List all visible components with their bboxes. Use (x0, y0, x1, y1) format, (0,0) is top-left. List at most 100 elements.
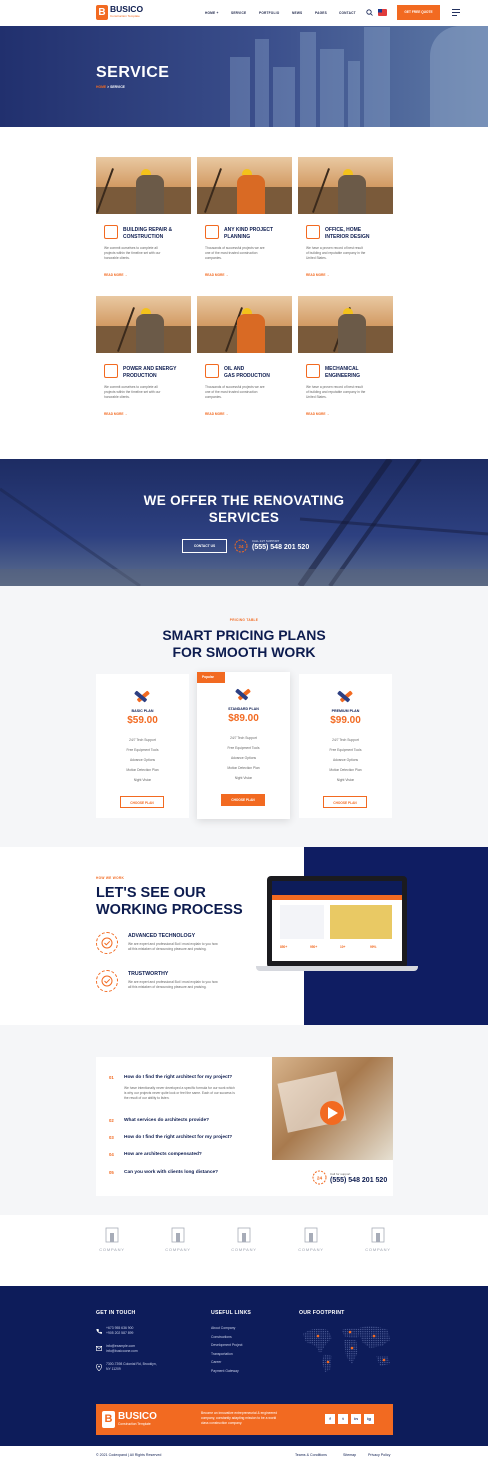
breadcrumb-home[interactable]: HOME (96, 85, 106, 89)
service-card-image[interactable] (96, 296, 191, 353)
partner-name[interactable]: COMPANY (362, 1247, 394, 1252)
faq-question[interactable]: Can you work with clients long distance? (124, 1170, 218, 1175)
service-card-title[interactable]: BUILDING REPAIR & (123, 227, 172, 233)
cta-banner: WE OFFER THE RENOVATING SERVICES CONTACT… (0, 459, 488, 586)
process-item-title: TRUSTWORTHY (128, 971, 169, 977)
footer-link[interactable]: Transportation (211, 1352, 233, 1356)
service-card-title-2[interactable]: ENGINEERING (325, 373, 360, 379)
service-card-image[interactable] (298, 296, 393, 353)
choose-plan-button[interactable]: CHOOSE PLAN (323, 796, 367, 808)
choose-plan-button[interactable]: CHOOSE PLAN (120, 796, 164, 808)
footer-phone-2[interactable]: +905 202 587 899 (106, 1331, 133, 1336)
faq-question[interactable]: How do I find the right architect for my… (124, 1135, 232, 1140)
read-more-link[interactable]: READ MORE → (306, 273, 330, 277)
cta-title-line-1: WE OFFER THE RENOVATING (143, 493, 345, 508)
service-card-title-2[interactable]: CONSTRUCTION (123, 234, 163, 240)
process-eyebrow: HOW WE WORK (96, 876, 125, 880)
service-card-image[interactable] (197, 157, 292, 214)
flag-icon[interactable] (378, 9, 387, 16)
service-card-title[interactable]: OFFICE, HOME (325, 227, 361, 233)
partner-name[interactable]: COMPANY (228, 1247, 260, 1252)
nav-service[interactable]: SERVICE (231, 11, 246, 15)
plan-feature: 24/7 Tech Support (332, 738, 359, 742)
service-card-title[interactable]: MECHANICAL (325, 366, 359, 372)
footer-link[interactable]: Constructions (211, 1335, 232, 1339)
footer-logo-icon[interactable]: B (102, 1411, 115, 1428)
footer-brand-text-3: class construction company. (201, 1421, 243, 1425)
logo-icon[interactable]: B (96, 5, 108, 20)
faq-question[interactable]: How are architects compensated? (124, 1152, 202, 1157)
nav-pages[interactable]: PAGES (315, 11, 327, 15)
play-icon (328, 1107, 338, 1119)
social-icon-f[interactable]: f (325, 1414, 335, 1424)
nav-contact[interactable]: CONTACT (339, 11, 356, 15)
get-quote-button[interactable]: GET FREE QUOTE (397, 5, 440, 20)
service-card-title[interactable]: POWER AND ENERGY (123, 366, 176, 372)
social-icon-ig[interactable]: ig (364, 1414, 374, 1424)
footer-link[interactable]: Payment Gateway (211, 1369, 239, 1373)
social-icon-t[interactable]: t (338, 1414, 348, 1424)
site-header: B BUSICO Construction Template HOME + SE… (0, 0, 488, 26)
partner-name[interactable]: COMPANY (162, 1247, 194, 1252)
service-card-image[interactable] (298, 157, 393, 214)
nav-news[interactable]: NEWS (292, 11, 302, 15)
bottom-link-terms[interactable]: Teams & Conditions (295, 1453, 327, 1457)
footer-link[interactable]: Development Project (211, 1343, 242, 1347)
footer-logo-title[interactable]: BUSICO (118, 1411, 157, 1422)
process-item-text-2: all this mistaken of denouncing pleasure… (128, 985, 207, 989)
service-card-title-2[interactable]: PRODUCTION (123, 373, 157, 379)
site-footer: GET IN TOUCH +673 955 636 900 +905 202 5… (0, 1286, 488, 1464)
service-card-title[interactable]: ANY KIND PROJECT (224, 227, 273, 233)
read-more-label: READ MORE (205, 273, 225, 277)
footer-footprint-title: OUR FOOTPRINT (299, 1310, 345, 1316)
nav-home[interactable]: HOME + (205, 11, 219, 15)
service-card-image[interactable] (96, 157, 191, 214)
service-card-title[interactable]: OIL AND (224, 366, 244, 372)
service-card-text-3: honorable clients. (104, 395, 130, 399)
bottom-link-privacy[interactable]: Privacy Policy (368, 1453, 390, 1457)
partner-logo-icon (301, 1226, 321, 1244)
support-label: CALL 24/7 SUPPORT (252, 539, 280, 543)
partner-logo-icon (168, 1226, 188, 1244)
bottom-link-sitemap[interactable]: Sitemap (343, 1453, 356, 1457)
search-icon[interactable] (366, 9, 373, 16)
process-title-line-2: WORKING PROCESS (96, 902, 243, 918)
service-card-title-2[interactable]: PLANNING (224, 234, 250, 240)
partner-name[interactable]: COMPANY (96, 1247, 128, 1252)
service-card-title-2[interactable]: GAS PRODUCTION (224, 373, 270, 379)
faq-question[interactable]: How do I find the right architect for my… (124, 1075, 232, 1080)
read-more-link[interactable]: READ MORE → (205, 412, 229, 416)
read-more-label: READ MORE (104, 412, 124, 416)
footer-email-2[interactable]: info@busicoone.com (106, 1349, 138, 1354)
plan-feature: Advance Options (230, 756, 257, 760)
read-more-label: READ MORE (306, 412, 326, 416)
footer-link[interactable]: Career (211, 1360, 221, 1364)
call-support-label: Call for support (330, 1172, 351, 1176)
read-more-link[interactable]: READ MORE → (205, 273, 229, 277)
support-phone[interactable]: (555) 548 201 520 (252, 544, 309, 551)
read-more-link[interactable]: READ MORE → (104, 273, 128, 277)
service-card-title-2[interactable]: INTERIOR DESIGN (325, 234, 369, 240)
social-icon-in[interactable]: in (351, 1414, 361, 1424)
service-icon (306, 225, 320, 239)
laptop-screen-image (330, 905, 392, 939)
footer-links-title: USEFUL LINKS (211, 1310, 252, 1316)
read-more-link[interactable]: READ MORE → (306, 412, 330, 416)
contact-us-button[interactable]: CONTACT US (182, 539, 227, 553)
page-title: SERVICE (96, 64, 170, 81)
plan-price: $59.00 (127, 715, 158, 726)
logo-title[interactable]: BUSICO (110, 5, 143, 14)
plan-feature: Motion Detection Plan (329, 768, 362, 772)
choose-plan-button[interactable]: CHOOSE PLAN (221, 794, 265, 806)
phone-icon (96, 1329, 102, 1334)
faq-question[interactable]: What services do architects provide? (124, 1118, 209, 1123)
service-card-text-3: United States. (306, 395, 327, 399)
footer-link[interactable]: About Company (211, 1326, 235, 1330)
play-button[interactable] (320, 1101, 344, 1125)
nav-portfolio[interactable]: PORTFOLIO (259, 11, 279, 15)
partner-name[interactable]: COMPANY (295, 1247, 327, 1252)
call-support-phone[interactable]: (555) 548 201 520 (330, 1177, 387, 1184)
read-more-link[interactable]: READ MORE → (104, 412, 128, 416)
service-card-image[interactable] (197, 296, 292, 353)
menu-icon[interactable] (452, 9, 460, 16)
